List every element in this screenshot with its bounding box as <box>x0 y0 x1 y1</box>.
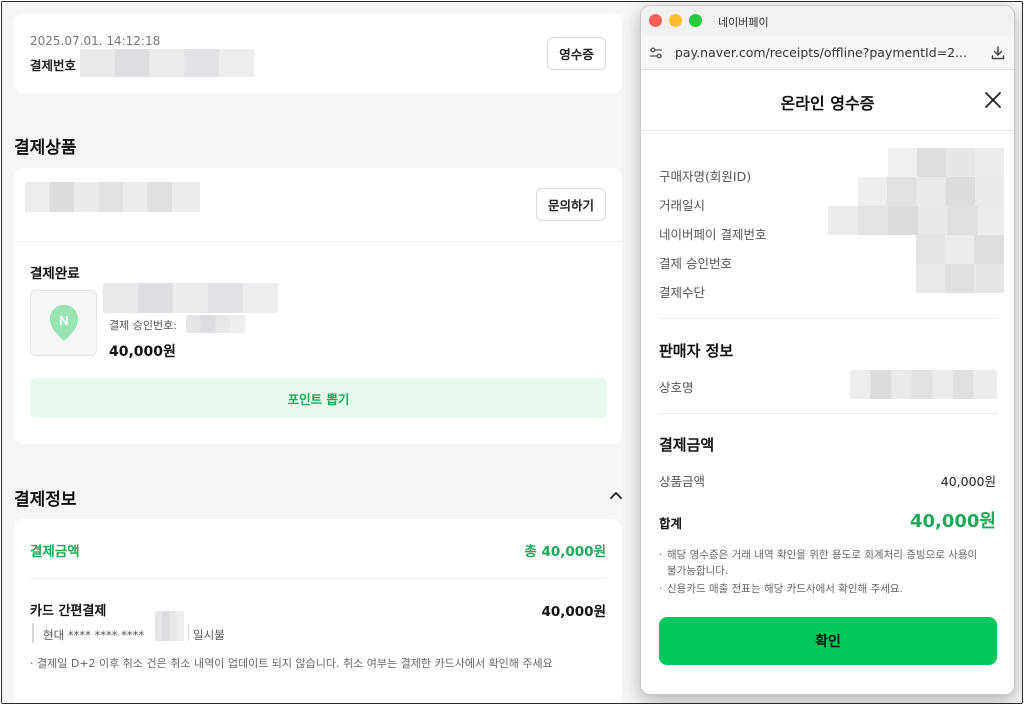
cancel-notice: · 결제일 D+2 이후 취소 건은 취소 내역이 업데이트 되지 않습니다. … <box>30 657 553 670</box>
approval-number-redacted <box>186 315 245 333</box>
payment-method-label: 카드 간편결제 <box>30 604 107 619</box>
product-card: 문의하기 결제완료 N 결제 승인번호: 40,000원 포인트 뽑기 <box>14 168 622 444</box>
naverpay-payment-no-label: 네이버페이 결제번호 <box>659 227 767 242</box>
payment-method-label: 결제수단 <box>659 285 706 300</box>
confirm-button[interactable]: 확인 <box>659 617 997 665</box>
receipt-notice-2-text: 신용카드 매출 전표는 해당 카드사에서 확인해 주세요. <box>667 583 903 595</box>
amount-title: 결제금액 <box>659 436 715 454</box>
store-name-redacted <box>25 182 200 212</box>
payment-info-section-title: 결제정보 <box>14 490 77 510</box>
minimize-window-button[interactable] <box>669 14 682 27</box>
payment-method-value: 40,000원 <box>541 604 606 620</box>
installment-type: 일시불 <box>193 628 225 642</box>
receipt-title: 온라인 영수증 <box>780 94 875 113</box>
total-value: 40,000원 <box>909 511 996 532</box>
window-title: 네이버페이 <box>718 16 769 29</box>
inquiry-button[interactable]: 문의하기 <box>536 188 606 221</box>
product-name-redacted <box>103 283 278 313</box>
receipt-notice-1: · 해당 영수증은 거래 내역 확인을 위한 용도로 회계처리 증빙으로 사용이… <box>659 547 989 579</box>
receipt-notice-1-text: 해당 영수증은 거래 내역 확인을 위한 용도로 회계처리 증빙으로 사용이 불… <box>667 549 978 577</box>
transaction-date-label: 거래일시 <box>659 198 706 213</box>
divider <box>14 241 622 242</box>
divider <box>659 413 998 414</box>
card-number-redacted <box>155 611 184 641</box>
order-status: 결제완료 <box>30 266 80 282</box>
buyer-values-redacted <box>828 148 1004 295</box>
payment-amount-label: 결제금액 <box>30 544 80 560</box>
card-detail-bar <box>32 623 34 643</box>
store-name-redacted <box>850 370 997 399</box>
window-titlebar: 네이버페이 <box>641 6 1014 36</box>
chevron-up-icon[interactable] <box>609 490 623 500</box>
svg-text:N: N <box>59 313 68 328</box>
divider <box>641 130 1014 131</box>
buyer-id-label: 구매자명(회원ID) <box>659 169 752 184</box>
url-text[interactable]: pay.naver.com/receipts/offline?paymentId… <box>675 45 967 60</box>
products-section-title: 결제상품 <box>14 138 77 158</box>
order-header-card: 2025.07.01. 14:12:18 결제번호 영수증 <box>14 13 622 94</box>
order-detail-page: 2025.07.01. 14:12:18 결제번호 영수증 결제상품 문의하기 … <box>2 2 642 703</box>
card-detail-sep <box>188 625 189 641</box>
seller-info-title: 판매자 정보 <box>659 342 734 360</box>
product-amount-label: 상품금액 <box>659 474 706 489</box>
payment-amount-value: 총 40,000원 <box>524 544 606 560</box>
naver-pay-n-icon: N <box>50 305 78 341</box>
url-bar[interactable]: pay.naver.com/receipts/offline?paymentId… <box>641 36 1014 70</box>
product-price: 40,000원 <box>109 344 176 360</box>
store-name-label: 상호명 <box>659 380 694 395</box>
screenshot-frame: 2025.07.01. 14:12:18 결제번호 영수증 결제상품 문의하기 … <box>1 1 1023 704</box>
download-icon[interactable] <box>991 46 1005 60</box>
receipt-button[interactable]: 영수증 <box>547 37 606 70</box>
order-datetime: 2025.07.01. 14:12:18 <box>30 34 161 48</box>
maximize-window-button[interactable] <box>689 14 702 27</box>
card-number: 현대 **** **** **** <box>43 628 145 642</box>
receipt-content: 온라인 영수증 구매자명(회원ID) 거래일시 네이버페이 결제번호 결제 승인… <box>641 70 1014 694</box>
site-settings-icon[interactable] <box>649 47 663 59</box>
payment-number-redacted <box>80 49 254 77</box>
point-draw-label: 포인트 뽑기 <box>287 391 350 407</box>
close-window-button[interactable] <box>649 14 662 27</box>
divider <box>30 578 606 579</box>
close-icon[interactable] <box>984 91 1002 109</box>
payment-info-card: 결제금액 총 40,000원 카드 간편결제 40,000원 현대 **** *… <box>14 519 622 703</box>
approval-number-label: 결제 승인번호: <box>109 319 177 332</box>
product-amount-value: 40,000원 <box>940 474 996 489</box>
product-thumbnail[interactable]: N <box>30 290 97 356</box>
approval-no-label: 결제 승인번호 <box>659 256 732 271</box>
divider <box>659 318 998 319</box>
payment-number-label: 결제번호 <box>30 58 77 73</box>
point-draw-button[interactable]: 포인트 뽑기 <box>30 378 607 418</box>
receipt-notice-2: · 신용카드 매출 전표는 해당 카드사에서 확인해 주세요. <box>659 581 989 597</box>
confirm-button-label: 확인 <box>815 634 841 650</box>
total-label: 합계 <box>659 516 683 531</box>
receipt-popup-window: 네이버페이 pay.naver.com/receipts/offline?pay… <box>640 5 1015 695</box>
